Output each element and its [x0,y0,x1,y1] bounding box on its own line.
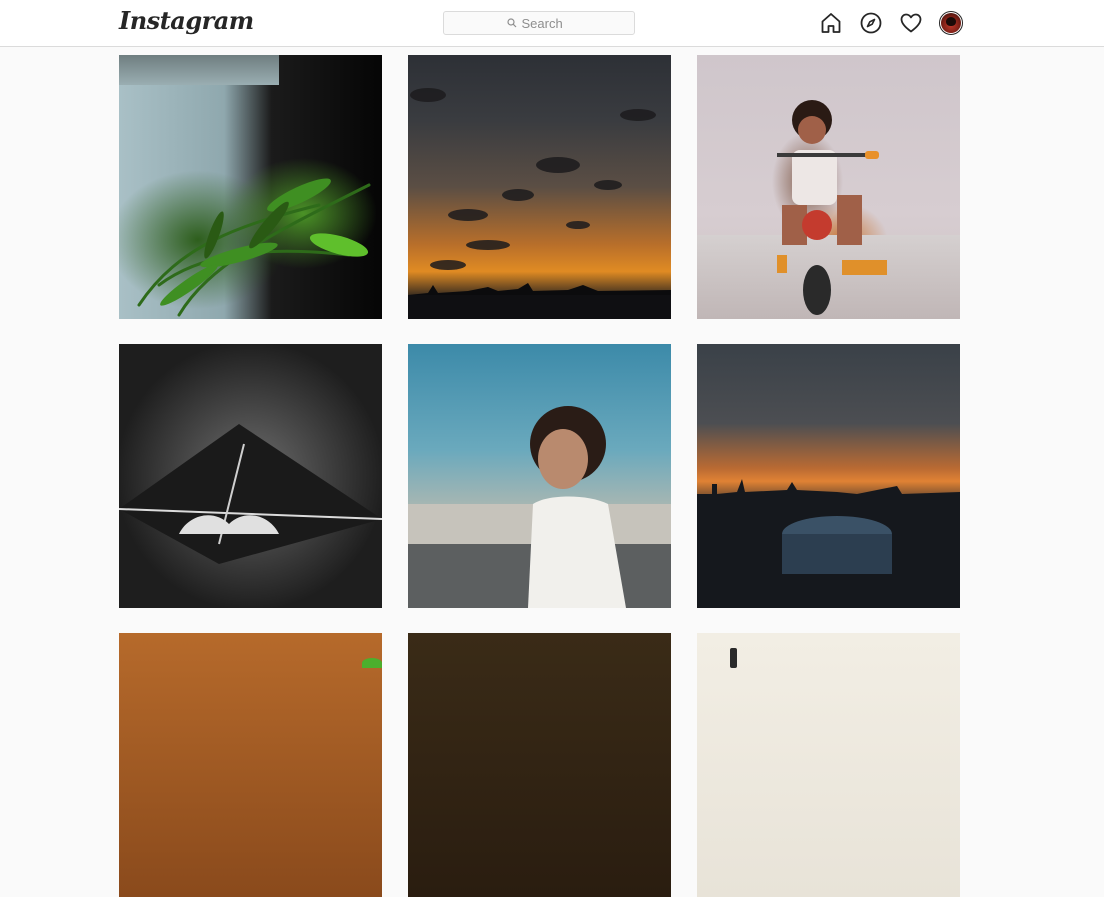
kite-on-floor [119,424,382,564]
avatar-image [941,13,961,33]
child-on-tricycle [777,100,887,315]
post-thumbnail[interactable] [119,633,382,897]
post-thumbnail[interactable] [697,633,960,897]
boy-portrait [528,406,626,608]
nav-icons [819,11,963,35]
home-icon[interactable] [819,11,843,35]
city-skyline [697,479,960,608]
top-navigation-bar: Instagram [0,0,1104,47]
activity-heart-icon[interactable] [899,11,923,35]
plant-leaves [137,178,371,317]
clouds-silhouette [408,88,671,319]
post-thumbnail[interactable] [119,55,382,319]
post-thumbnail[interactable] [408,344,671,608]
post-thumbnail[interactable] [408,633,671,897]
post-thumbnail[interactable] [697,344,960,608]
post-thumbnail[interactable] [408,55,671,319]
search-icon [506,18,516,28]
explore-compass-icon[interactable] [859,11,883,35]
profile-avatar[interactable] [939,11,963,35]
post-thumbnail[interactable] [119,344,382,608]
search-input[interactable] [521,15,572,31]
post-thumbnail[interactable] [697,55,960,319]
search-box[interactable] [443,11,635,35]
instagram-logo[interactable]: Instagram [119,6,254,35]
